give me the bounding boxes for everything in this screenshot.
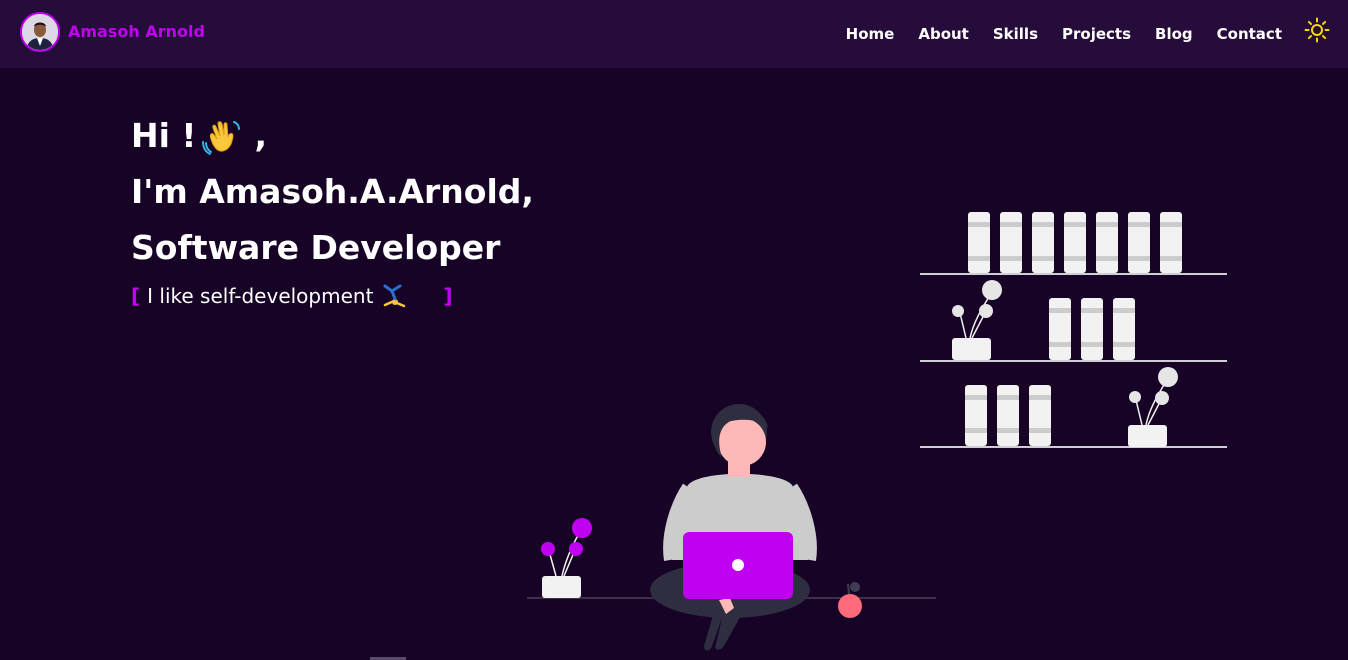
person-laptop-illustration	[650, 404, 817, 651]
plant-illustration	[541, 518, 592, 598]
apple-illustration	[838, 582, 862, 618]
hero-illustration	[527, 212, 1227, 651]
bookshelf-illustration	[920, 212, 1227, 448]
